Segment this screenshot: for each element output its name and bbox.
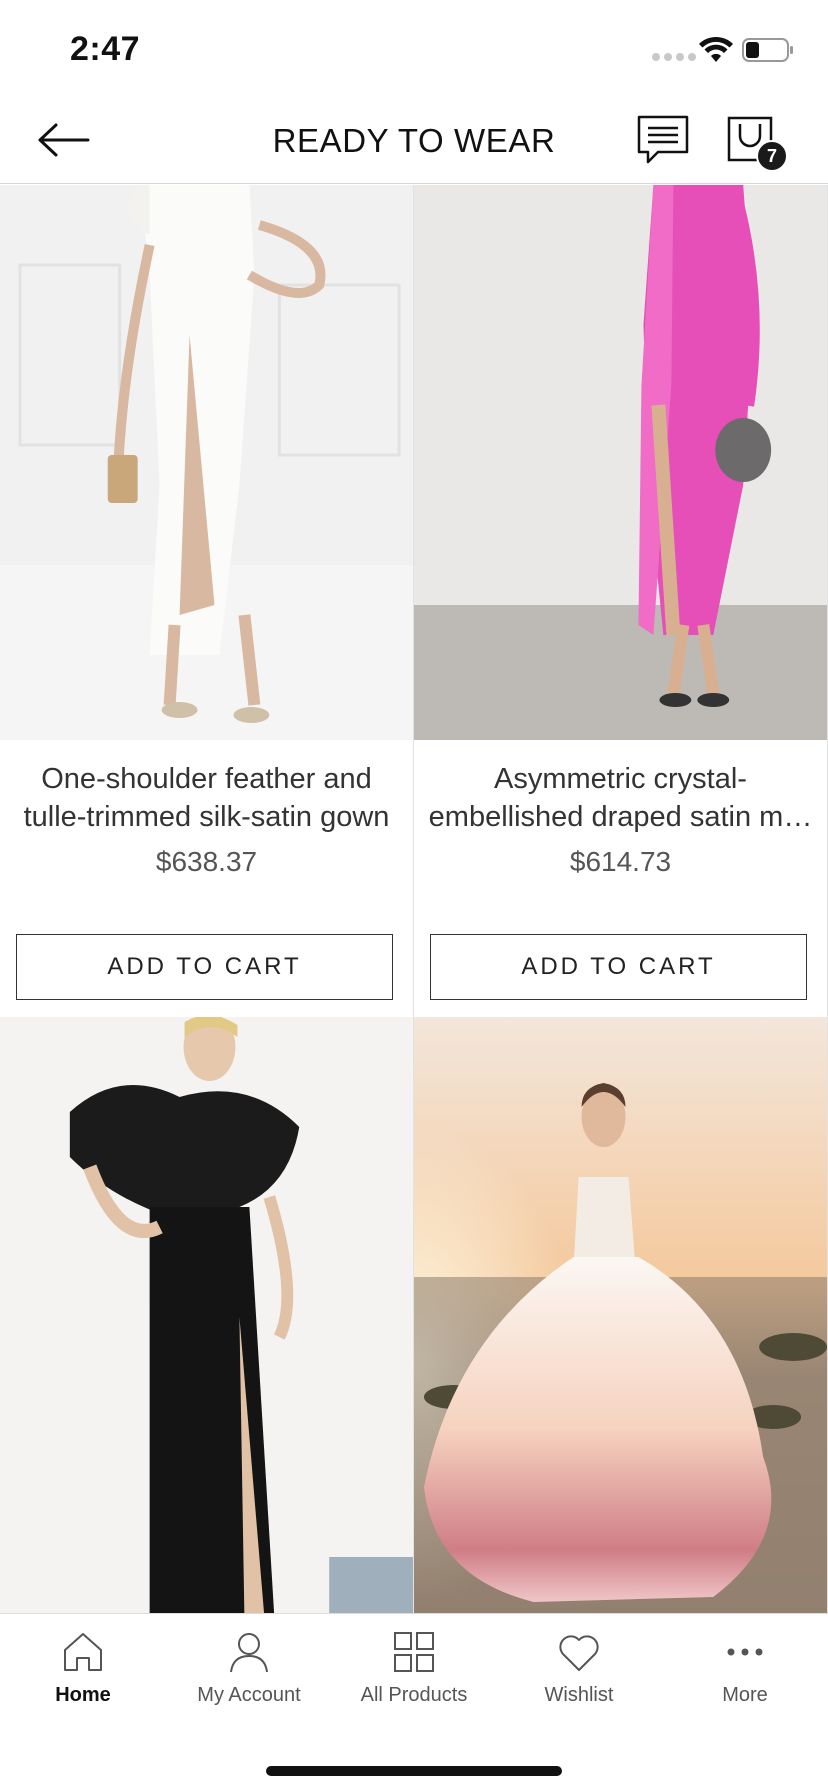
- nav-label: All Products: [360, 1684, 468, 1706]
- chat-icon: [637, 115, 689, 164]
- product-card[interactable]: [0, 1017, 414, 1613]
- chat-button[interactable]: [636, 114, 690, 166]
- home-indicator: [266, 1766, 562, 1776]
- product-image[interactable]: [414, 1017, 827, 1613]
- product-price: $638.37: [155, 846, 258, 877]
- product-price: $614.73: [569, 846, 672, 877]
- product-card[interactable]: [414, 1017, 828, 1613]
- product-grid: One-shoulder feather and tulle-trimmed s…: [0, 185, 828, 1613]
- add-to-cart-button[interactable]: ADD TO CART: [16, 934, 393, 1000]
- nav-item-my-account[interactable]: My Account: [166, 1630, 332, 1730]
- page-title: READY TO WEAR: [272, 122, 556, 159]
- nav-item-wishlist[interactable]: Wishlist: [496, 1630, 662, 1730]
- nav-item-home[interactable]: Home: [0, 1630, 166, 1730]
- status-bar: 2:47: [0, 0, 828, 100]
- product-name[interactable]: One-shoulder feather and tulle-trimmed s…: [12, 760, 401, 836]
- nav-label: My Account: [197, 1684, 301, 1706]
- home-icon: [64, 1633, 102, 1671]
- add-to-cart-button[interactable]: ADD TO CART: [430, 934, 807, 1000]
- product-info: One-shoulder feather and tulle-trimmed s…: [0, 740, 413, 1017]
- nav-label: Wishlist: [544, 1684, 614, 1706]
- product-card[interactable]: Asymmetric crystal-embellished draped sa…: [414, 185, 828, 1018]
- nav-label: More: [722, 1684, 768, 1706]
- product-image[interactable]: [414, 185, 827, 740]
- grid-icon: [394, 1632, 434, 1672]
- nav-item-more[interactable]: More: [662, 1630, 828, 1730]
- product-image[interactable]: [0, 185, 413, 740]
- status-time: 2:47: [70, 30, 141, 68]
- cart-count-badge: 7: [756, 140, 788, 172]
- product-card[interactable]: One-shoulder feather and tulle-trimmed s…: [0, 185, 414, 1018]
- nav-label: Home: [55, 1684, 111, 1706]
- signal-icon: [652, 53, 696, 61]
- product-name[interactable]: Asymmetric crystal-embellished draped sa…: [426, 760, 815, 836]
- nav-item-all-products[interactable]: All Products: [331, 1630, 497, 1730]
- user-icon: [230, 1633, 268, 1673]
- app-header: READY TO WEAR 7: [0, 100, 828, 184]
- more-icon: [727, 1648, 763, 1656]
- product-image[interactable]: [0, 1017, 413, 1613]
- wifi-icon: [699, 36, 733, 62]
- heart-icon: [559, 1635, 599, 1671]
- product-info: Asymmetric crystal-embellished draped sa…: [414, 740, 827, 1017]
- battery-icon: [742, 38, 793, 62]
- cart-button[interactable]: 7: [726, 114, 790, 174]
